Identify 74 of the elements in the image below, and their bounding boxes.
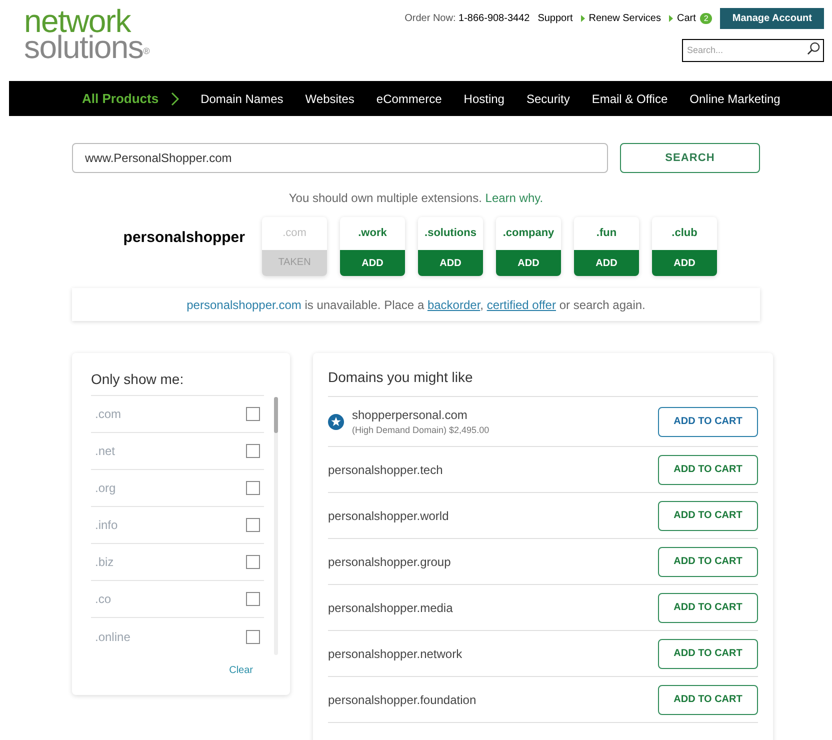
manage-account-button[interactable]: Manage Account (720, 8, 824, 29)
add-to-cart-button[interactable]: ADD TO CART (658, 592, 758, 622)
add-button[interactable]: ADD (418, 250, 483, 276)
suggested-domain: personalshopper.group (328, 554, 451, 570)
cart-count-badge: 2 (700, 13, 712, 24)
learn-why-link[interactable]: Learn why. (485, 191, 544, 205)
suggested-domain: personalshopper.world (328, 508, 449, 524)
triangle-icon (669, 15, 673, 22)
add-to-cart-button[interactable]: ADD TO CART (658, 546, 758, 576)
add-button[interactable]: ADD (340, 250, 405, 276)
backorder-link[interactable]: backorder (427, 298, 480, 312)
add-button[interactable]: ADD (496, 250, 561, 276)
nav-item[interactable]: Domain Names (200, 90, 284, 108)
nav-item[interactable]: Security (526, 90, 570, 108)
extensions-hint: You should own multiple extensions. Learn why. (288, 190, 544, 207)
suggested-domain: personalshopper.media (328, 600, 453, 616)
filter-checkbox[interactable] (246, 518, 260, 532)
filter-checkbox[interactable] (246, 630, 260, 644)
extension-label: .com (282, 226, 308, 241)
filter-title: Only show me: (91, 370, 185, 389)
filter-label: .org (95, 480, 116, 497)
nav-item[interactable]: eCommerce (376, 90, 442, 108)
order-phone: Order Now: 1-866-908-3442 (404, 12, 530, 26)
suggested-domain: personalshopper.foundation (328, 692, 476, 708)
add-to-cart-button[interactable]: ADD TO CART (658, 684, 758, 714)
filter-checkbox[interactable] (246, 481, 260, 495)
filter-checkbox[interactable] (246, 444, 260, 458)
filter-label: .net (95, 443, 116, 460)
taken-label: TAKEN (262, 250, 327, 276)
extension-label: .company (502, 226, 556, 241)
logo[interactable]: network solutions$^{®}$ (24, 8, 149, 81)
top-link[interactable]: Cart (677, 11, 696, 26)
extension-label: .solutions (424, 226, 478, 241)
star-badge-icon (328, 414, 344, 430)
domain-search-field[interactable]: www.PersonalShopper.com (72, 143, 608, 173)
clear-link[interactable]: Clear (229, 663, 253, 678)
add-button[interactable]: ADD (652, 250, 717, 276)
domain-name: personalshopper (122, 228, 246, 248)
filter-checkbox[interactable] (246, 555, 260, 569)
suggested-domain: personalshopper.tech (328, 462, 443, 478)
add-to-cart-button[interactable]: ADD TO CART (658, 500, 758, 530)
filter-checkbox[interactable] (246, 407, 260, 421)
extension-label: .fun (595, 226, 618, 241)
suggestions-title: Domains you might like (328, 367, 758, 397)
nav-item[interactable]: All Products (82, 88, 159, 108)
add-to-cart-button[interactable]: ADD TO CART (658, 638, 758, 668)
nav-item[interactable]: Websites (305, 90, 354, 108)
filter-label: .com (95, 406, 122, 423)
suggested-domain: personalshopper.network (328, 646, 462, 662)
suggested-domain: shopperpersonal.com (352, 406, 468, 424)
chevron-icon (170, 92, 179, 106)
domain-link[interactable]: personalshopper.com (186, 298, 302, 312)
add-to-cart-button[interactable]: ADD TO CART (658, 454, 758, 484)
site-search-field[interactable]: Search... (682, 38, 824, 62)
filter-label: .info (95, 517, 118, 534)
nav-item[interactable]: Online Marketing (690, 90, 780, 108)
nav-item[interactable]: Email & Office (592, 90, 668, 108)
extension-label: .work (357, 226, 388, 241)
nav-item[interactable]: Hosting (464, 90, 504, 108)
top-link[interactable]: Support (538, 11, 573, 26)
search-button[interactable]: SEARCH (620, 143, 760, 173)
filter-label: .co (95, 591, 112, 608)
filter-label: .online (95, 628, 130, 646)
filter-checkbox[interactable] (246, 592, 260, 606)
top-link[interactable]: Renew Services (588, 11, 661, 26)
certified-offer-link[interactable]: certified offer (486, 298, 556, 312)
filter-label: .biz (95, 554, 114, 571)
search-icon (807, 42, 820, 55)
triangle-icon (580, 15, 585, 22)
add-to-cart-button[interactable]: ADD TO CART (658, 406, 758, 436)
add-button[interactable]: ADD (574, 250, 639, 276)
premium-price: (High Demand Domain) $2,495.00 (352, 424, 490, 437)
extension-label: .club (670, 226, 698, 241)
unavailable-notice: personalshopper.com is unavailable. Place a backorder, certified offer or search again. (186, 296, 646, 314)
